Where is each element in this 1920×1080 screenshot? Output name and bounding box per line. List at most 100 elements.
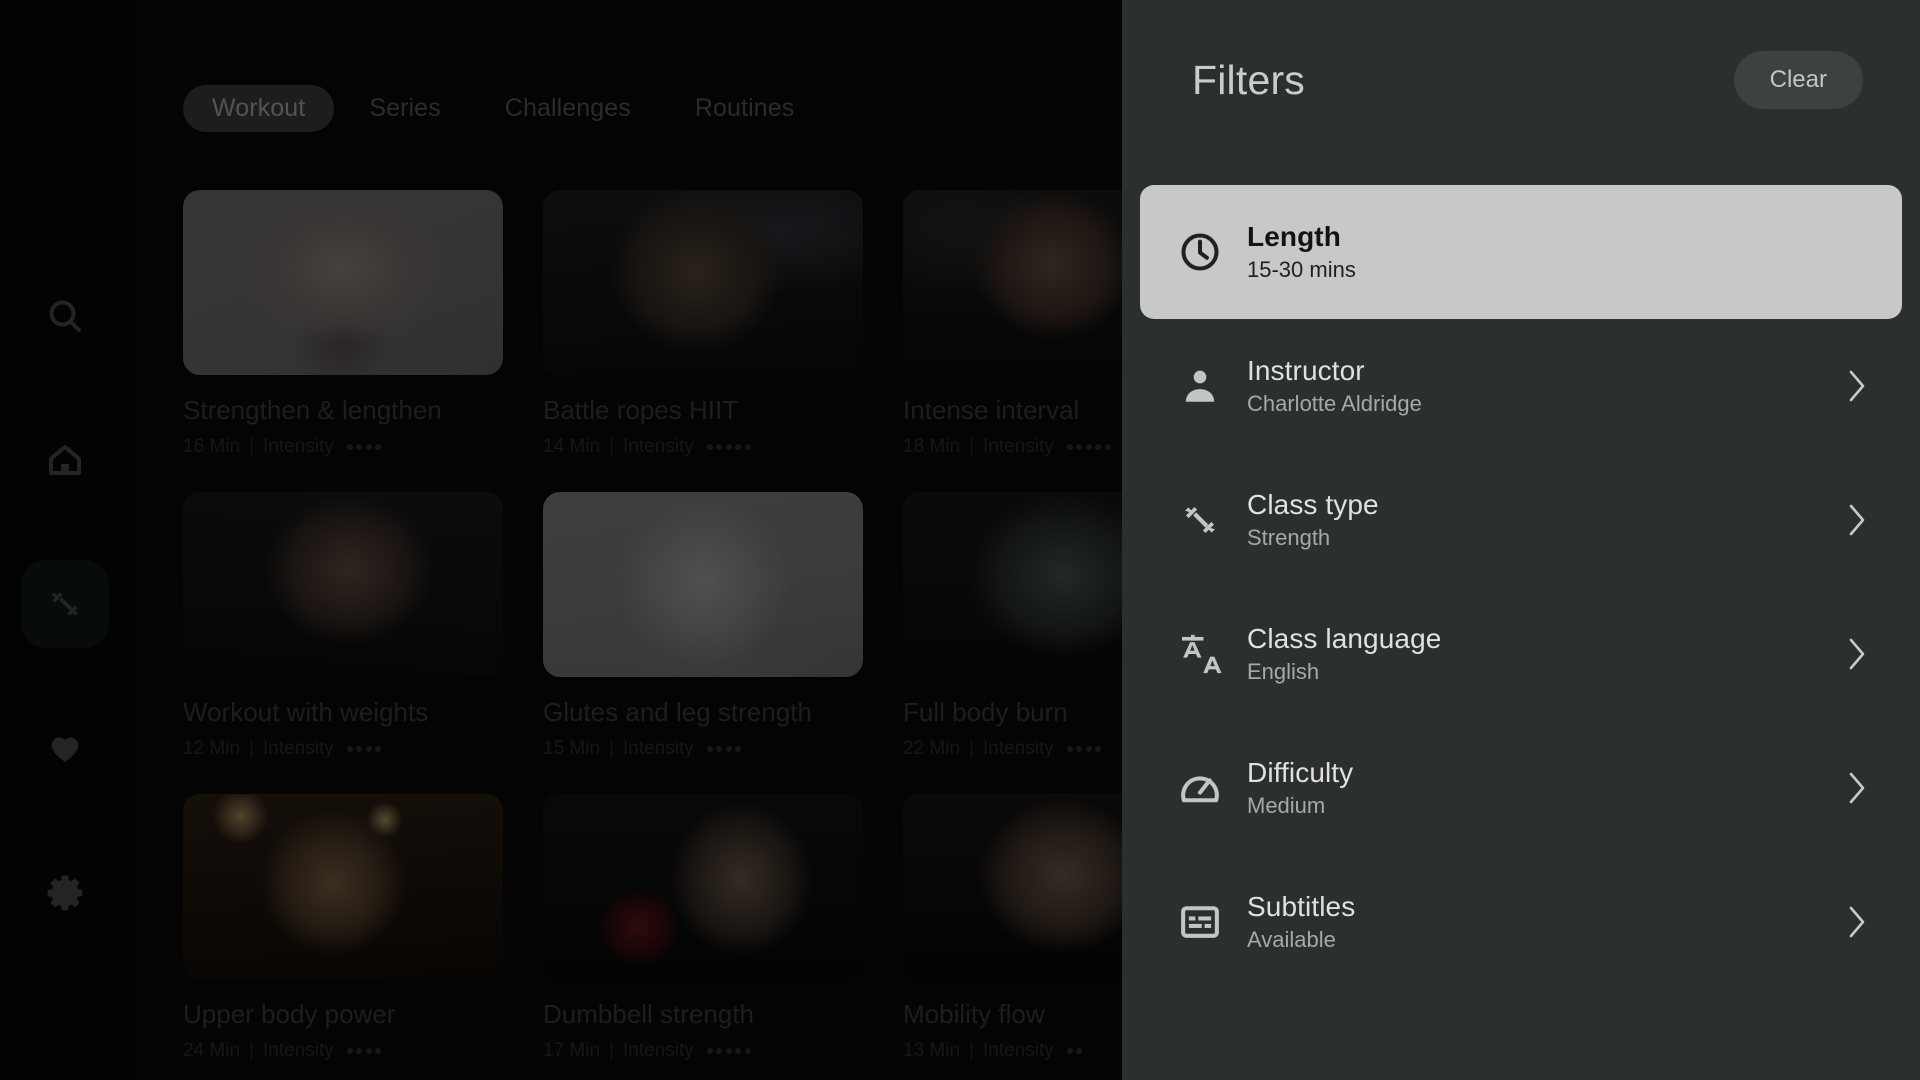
intensity-dots <box>346 443 382 450</box>
filter-row-length[interactable]: Length 15-30 mins <box>1140 185 1902 319</box>
chevron-right-icon <box>1846 635 1868 673</box>
workout-card[interactable]: Workout with weights 12 Min | Intensity <box>183 491 503 760</box>
workout-card[interactable]: Glutes and leg strength 15 Min | Intensity <box>543 491 863 760</box>
intensity-dot <box>725 745 732 752</box>
gauge-icon <box>1177 765 1223 811</box>
intensity-dot <box>365 443 372 450</box>
sidebar-item-settings[interactable] <box>21 848 109 936</box>
translate-icon <box>1177 631 1223 677</box>
gear-icon <box>44 871 86 913</box>
intensity-dot <box>735 443 742 450</box>
intensity-dot <box>716 443 723 450</box>
intensity-label: Intensity <box>622 435 694 457</box>
intensity-dot <box>375 443 382 450</box>
intensity-dot <box>1076 1047 1083 1054</box>
intensity-dot <box>1104 443 1111 450</box>
meta-separator: | <box>249 737 254 759</box>
tab-challenges[interactable]: Challenges <box>476 85 660 132</box>
intensity-dot <box>725 443 732 450</box>
intensity-label: Intensity <box>982 1039 1054 1061</box>
filter-row-class-type[interactable]: Class type Strength <box>1122 453 1920 587</box>
intensity-dot <box>744 1047 751 1054</box>
intensity-dots <box>1066 443 1111 450</box>
tab-series[interactable]: Series <box>340 85 469 132</box>
workout-duration: 24 Min <box>183 1039 241 1061</box>
workout-thumbnail <box>543 190 863 375</box>
intensity-dot <box>735 745 742 752</box>
intensity-dots <box>706 745 742 752</box>
filter-text: Class type Strength <box>1247 491 1846 549</box>
thumbnail-image <box>543 491 863 677</box>
filter-value: 15-30 mins <box>1247 257 1356 282</box>
search-icon <box>45 296 85 336</box>
workout-thumbnail <box>183 491 503 677</box>
filter-value: Strength <box>1247 525 1331 550</box>
workout-card[interactable]: Battle ropes HIIT 14 Min | Intensity <box>543 190 863 458</box>
intensity-label: Intensity <box>982 737 1054 759</box>
meta-separator: | <box>609 435 614 457</box>
intensity-dot <box>706 745 713 752</box>
intensity-label: Intensity <box>622 737 694 759</box>
workout-title: Glutes and leg strength <box>543 697 812 727</box>
home-icon <box>45 440 85 480</box>
sidebar-item-favourites[interactable] <box>21 704 109 792</box>
filters-panel: Filters Clear Length 15-30 mins Instructor… <box>1122 0 1920 1080</box>
workout-card[interactable]: Dumbbell strength 17 Min | Intensity <box>543 793 863 1062</box>
app-root: Workout Series Challenges Routines Strength… <box>0 0 1920 1080</box>
filter-text: Subtitles Available <box>1247 893 1846 951</box>
intensity-dot <box>1085 443 1092 450</box>
workout-title: Workout with weights <box>183 697 429 727</box>
filter-label: Difficulty <box>1247 757 1354 788</box>
dumbbell-icon <box>1177 497 1223 543</box>
filter-text: Class language English <box>1247 625 1846 683</box>
filter-text: Length 15-30 mins <box>1247 223 1850 281</box>
sidebar-item-search[interactable] <box>21 272 109 360</box>
chevron-right-icon <box>1846 367 1868 405</box>
filters-list: Length 15-30 mins Instructor Charlotte Aldr… <box>1122 185 1920 989</box>
intensity-dot <box>706 1047 713 1054</box>
chevron-right-icon <box>1846 903 1868 941</box>
workout-duration: 16 Min <box>183 435 241 457</box>
filter-row-subtitles[interactable]: Subtitles Available <box>1122 855 1920 989</box>
filters-header: Filters Clear <box>1122 0 1920 160</box>
intensity-dot <box>1095 745 1102 752</box>
intensity-dot <box>1066 745 1073 752</box>
intensity-dot <box>346 443 353 450</box>
tab-workout[interactable]: Workout <box>183 84 335 132</box>
tab-routines[interactable]: Routines <box>666 85 823 132</box>
filter-value: Medium <box>1247 793 1326 818</box>
filter-row-instructor[interactable]: Instructor Charlotte Aldridge <box>1122 319 1920 453</box>
clock-icon <box>1177 229 1223 275</box>
thumbnail-image <box>183 190 503 375</box>
workout-meta: 24 Min | Intensity <box>183 1040 503 1062</box>
workout-meta: 17 Min | Intensity <box>543 1040 863 1062</box>
sidebar-item-home[interactable] <box>21 416 109 504</box>
intensity-dot <box>1076 745 1083 752</box>
workout-card[interactable]: Upper body power 24 Min | Intensity <box>183 793 503 1062</box>
chevron-right-icon <box>1846 501 1868 539</box>
intensity-dot <box>744 443 751 450</box>
workout-thumbnail <box>183 793 503 979</box>
intensity-dot <box>1085 745 1092 752</box>
meta-separator: | <box>969 737 974 759</box>
intensity-dots <box>1066 745 1102 752</box>
filter-row-class-language[interactable]: Class language English <box>1122 587 1920 721</box>
intensity-dot <box>716 1047 723 1054</box>
intensity-dot <box>716 745 723 752</box>
workout-thumbnail <box>183 190 503 375</box>
sidebar-item-workouts[interactable] <box>21 560 109 648</box>
filter-row-difficulty[interactable]: Difficulty Medium <box>1122 721 1920 855</box>
intensity-dot <box>1066 1047 1073 1054</box>
subtitles-icon <box>1177 899 1223 945</box>
page-title: Filters <box>1192 56 1306 103</box>
intensity-dot <box>1066 443 1073 450</box>
intensity-dot <box>365 1047 372 1054</box>
clear-button[interactable]: Clear <box>1733 51 1863 109</box>
intensity-dot <box>356 443 363 450</box>
workout-card[interactable]: Strengthen & lengthen 16 Min | Intensity <box>183 190 503 458</box>
intensity-dot <box>375 1047 382 1054</box>
intensity-dots <box>346 1047 382 1054</box>
workout-duration: 13 Min <box>903 1039 961 1061</box>
filter-value: English <box>1247 659 1320 684</box>
intensity-dots <box>346 745 382 752</box>
